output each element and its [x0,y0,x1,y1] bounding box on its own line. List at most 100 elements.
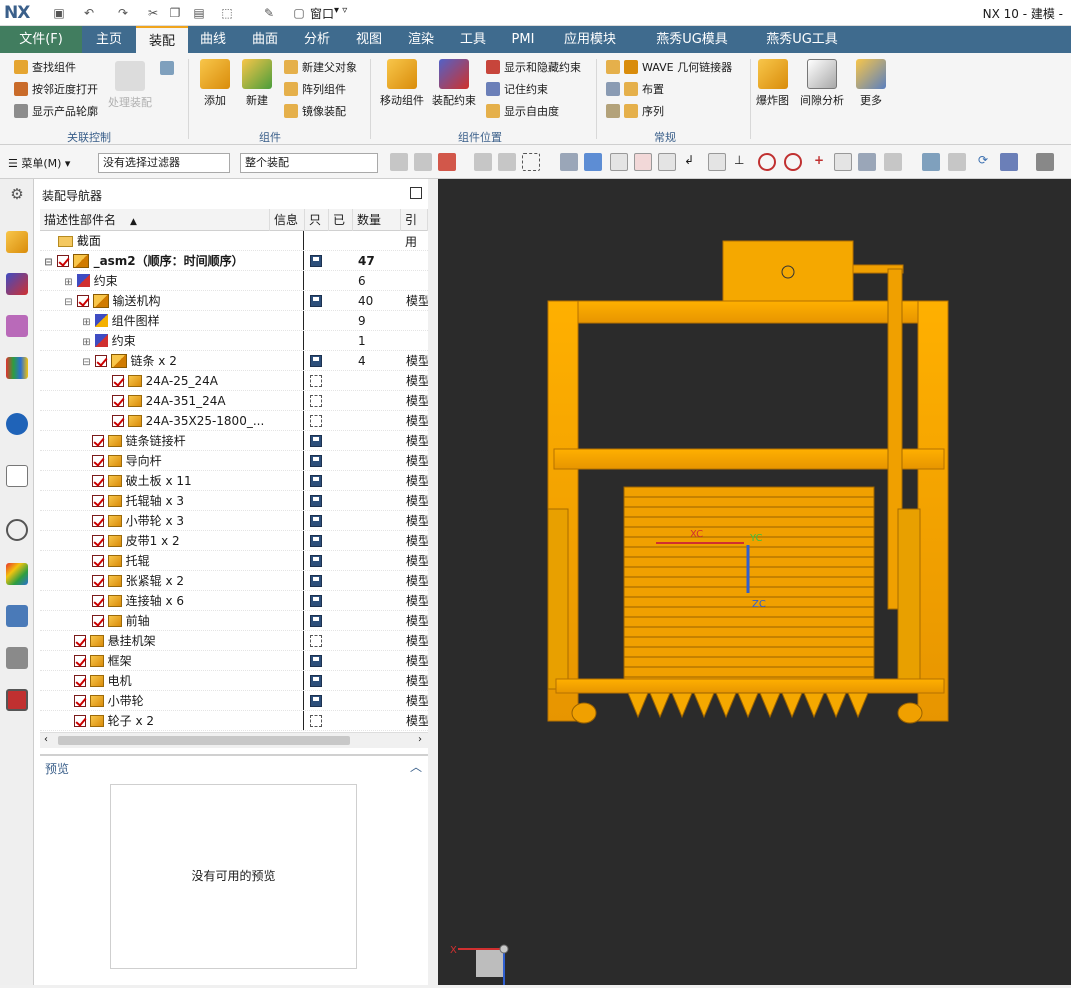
system-materials-icon[interactable] [6,563,28,585]
rectangle-select-icon[interactable] [522,153,540,171]
render-style-icon[interactable] [1036,153,1054,171]
new-component-button[interactable]: 新建 [242,59,272,108]
visibility-checkbox[interactable] [76,295,89,307]
wave-mode-icon[interactable] [160,61,174,75]
show-hide-constraints-button[interactable]: 显示和隐藏约束 [486,59,581,75]
visibility-checkbox[interactable] [74,655,86,667]
visibility-checkbox[interactable] [92,595,104,607]
window-icon[interactable]: ▢ [290,4,308,22]
visibility-checkbox[interactable] [112,395,124,407]
column-name[interactable]: 描述性部件名 ▲ [40,209,270,231]
sequence-button[interactable]: 序列 [606,103,664,119]
save-icon[interactable]: ▣ [50,4,68,22]
expand-icon[interactable]: ⊞ [82,313,91,331]
table-row[interactable]: 24A-35X25-1800_... 模型 [40,411,428,431]
expand-icon[interactable]: ⊞ [64,273,73,291]
arrangement-button[interactable]: 布置 [606,81,664,97]
visibility-checkbox[interactable] [92,515,104,527]
table-row[interactable]: 托辊轴 x 3 模型 [40,491,428,511]
control-point-icon[interactable] [708,153,726,171]
collapse-icon[interactable]: ︿ [410,758,422,775]
reset-filter-icon[interactable] [414,153,432,171]
curve-icon[interactable]: ↲ [684,153,702,171]
refresh-icon[interactable]: ⟳ [974,153,992,171]
pattern-component-button[interactable]: 阵列组件 [284,81,346,97]
tab-pmi[interactable]: PMI [500,26,546,53]
repeat-command-icon[interactable]: ⬚ [218,4,236,22]
tab-surface[interactable]: 曲面 [242,26,288,53]
gear-icon[interactable]: ⚙ [6,183,28,205]
graphics-viewport[interactable]: XC YC ZC X [438,179,1071,985]
table-row[interactable]: 24A-351_24A 模型 [40,391,428,411]
visibility-checkbox[interactable] [74,715,86,727]
tab-analysis[interactable]: 分析 [294,26,340,53]
snap-icon[interactable] [498,153,516,171]
visibility-checkbox[interactable] [94,355,107,367]
column-readonly[interactable]: 只 [305,209,329,231]
visibility-checkbox[interactable] [57,255,70,267]
tab-home[interactable]: 主页 [86,26,132,53]
tab-file[interactable]: 文件(F) [0,26,82,53]
scroll-right-icon[interactable]: › [418,734,422,745]
table-row[interactable]: 连接轴 x 6 模型 [40,591,428,611]
table-row[interactable]: 链条链接杆 模型 [40,431,428,451]
menu-button[interactable]: ☰ 菜单(M) ▾ [8,155,70,171]
tab-applications[interactable]: 应用模块 [554,26,626,53]
select-all-icon[interactable] [438,153,456,171]
show-outline-button[interactable]: 显示产品轮廓 [14,103,98,119]
column-loaded[interactable]: 已 [329,209,353,231]
table-row[interactable]: 电机 模型 [40,671,428,691]
table-row[interactable]: ⊞ 组件图样 9 [40,311,428,331]
tab-yanxiu-tools[interactable]: 燕秀UG工具 [756,26,848,53]
manufacturing-wizard-icon[interactable] [6,647,28,669]
table-row[interactable]: 轮子 x 2 模型 [40,711,428,731]
horizontal-scrollbar[interactable]: ‹ › [40,732,428,748]
touch-mode-icon[interactable]: ✎ [260,4,278,22]
expand-icon[interactable]: ⊞ [82,333,91,351]
visibility-checkbox[interactable] [74,675,86,687]
point-on-curve-icon[interactable] [834,153,852,171]
wave-linker-button[interactable]: WAVE 几何链接器 [606,59,732,75]
table-row[interactable]: 皮带1 x 2 模型 [40,531,428,551]
scroll-left-icon[interactable]: ‹ [44,734,48,745]
table-icon[interactable] [884,153,902,171]
visibility-checkbox[interactable] [92,575,104,587]
table-row[interactable]: 托辊 模型 [40,551,428,571]
table-row[interactable]: ⊟ 链条 x 2 4 模型 [40,351,428,371]
paste-icon[interactable]: ▤ [190,4,208,22]
undo-icon[interactable]: ↶ [80,4,98,22]
view-icon[interactable] [922,153,940,171]
midpoint-icon[interactable] [658,153,676,171]
assembly-navigator-icon[interactable] [6,231,28,253]
feature-icon[interactable] [560,153,578,171]
add-component-button[interactable]: 添加 [200,59,230,108]
maximize-icon[interactable] [410,187,422,199]
exploded-view-button[interactable]: 爆炸图 [756,59,789,108]
table-row[interactable]: 小带轮 x 3 模型 [40,511,428,531]
visibility-checkbox[interactable] [92,435,104,447]
table-row[interactable]: 导向杆 模型 [40,451,428,471]
type-filter-select[interactable]: 没有选择过滤器 [98,153,230,173]
table-row[interactable]: 破土板 x 11 模型 [40,471,428,491]
column-quantity[interactable]: 数量 [353,209,401,231]
move-component-button[interactable]: 移动组件 [380,59,424,108]
body-icon[interactable] [584,153,602,171]
chevron-down-icon[interactable]: ▾ ▿ [334,5,347,16]
collapse-icon[interactable]: ⊟ [44,253,53,271]
column-info[interactable]: 信息 [270,209,305,231]
visibility-checkbox[interactable] [112,415,124,427]
tab-assembly[interactable]: 装配 [136,26,188,53]
visibility-checkbox[interactable] [92,495,104,507]
collapse-icon[interactable]: ⊟ [82,353,91,371]
process-studio-icon[interactable] [6,605,28,627]
roles-icon[interactable] [6,689,28,711]
table-row[interactable]: ⊞ 约束 6 [40,271,428,291]
reuse-library-icon[interactable] [6,357,28,379]
table-row[interactable]: ⊞ 约束 1 [40,331,428,351]
remember-constraints-button[interactable]: 记住约束 [486,81,548,97]
web-browser-icon[interactable] [6,465,28,487]
scroll-thumb[interactable] [58,736,350,745]
new-parent-button[interactable]: 新建父对象 [284,59,357,75]
visibility-checkbox[interactable] [92,455,104,467]
visibility-checkbox[interactable] [74,635,86,647]
